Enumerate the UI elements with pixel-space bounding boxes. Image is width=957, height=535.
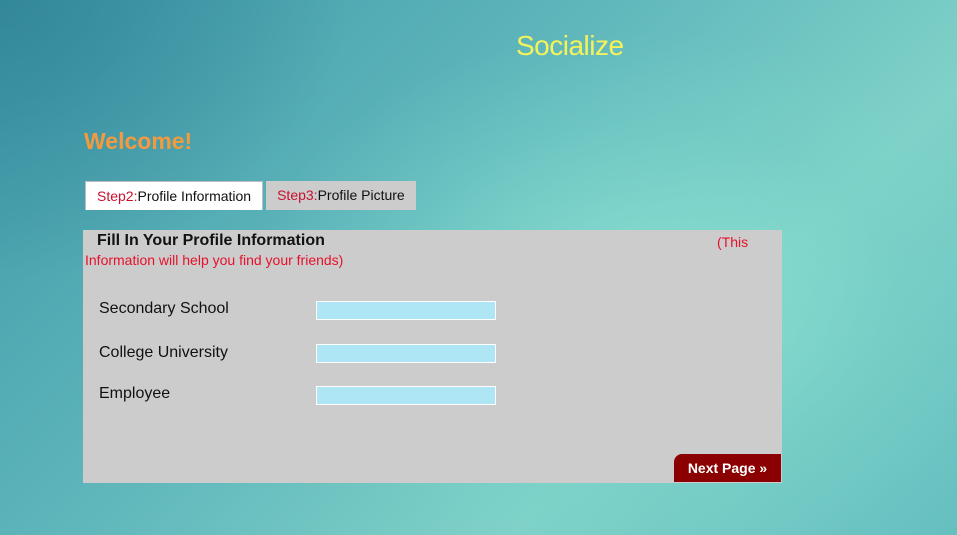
tab-label: Profile Picture: [317, 187, 405, 203]
tab-profile-information[interactable]: Step2:Profile Information: [85, 181, 264, 210]
brand-title: Socialize: [516, 30, 624, 61]
next-page-button[interactable]: Next Page »: [674, 454, 781, 482]
profile-form-panel: Fill In Your Profile Information (This I…: [83, 230, 782, 483]
form-note-start: (This: [717, 234, 749, 250]
tab-profile-picture[interactable]: Step3:Profile Picture: [266, 181, 416, 210]
college-university-input[interactable]: [316, 344, 496, 363]
step-tabs: Step2:Profile Information Step3:Profile …: [85, 181, 416, 210]
college-university-label: College University: [99, 344, 228, 361]
tab-step-label: Step3:: [277, 187, 318, 203]
tab-step-label: Step2:: [97, 188, 138, 204]
form-title: Fill In Your Profile Information: [97, 232, 325, 249]
secondary-school-input[interactable]: [316, 301, 496, 320]
tab-label: Profile Information: [137, 188, 252, 204]
welcome-heading: Welcome!: [84, 128, 193, 154]
employee-label: Employee: [99, 385, 171, 402]
secondary-school-label: Secondary School: [99, 300, 229, 317]
form-note-end: Information will help you find your frie…: [85, 252, 344, 268]
employee-input[interactable]: [316, 386, 496, 405]
